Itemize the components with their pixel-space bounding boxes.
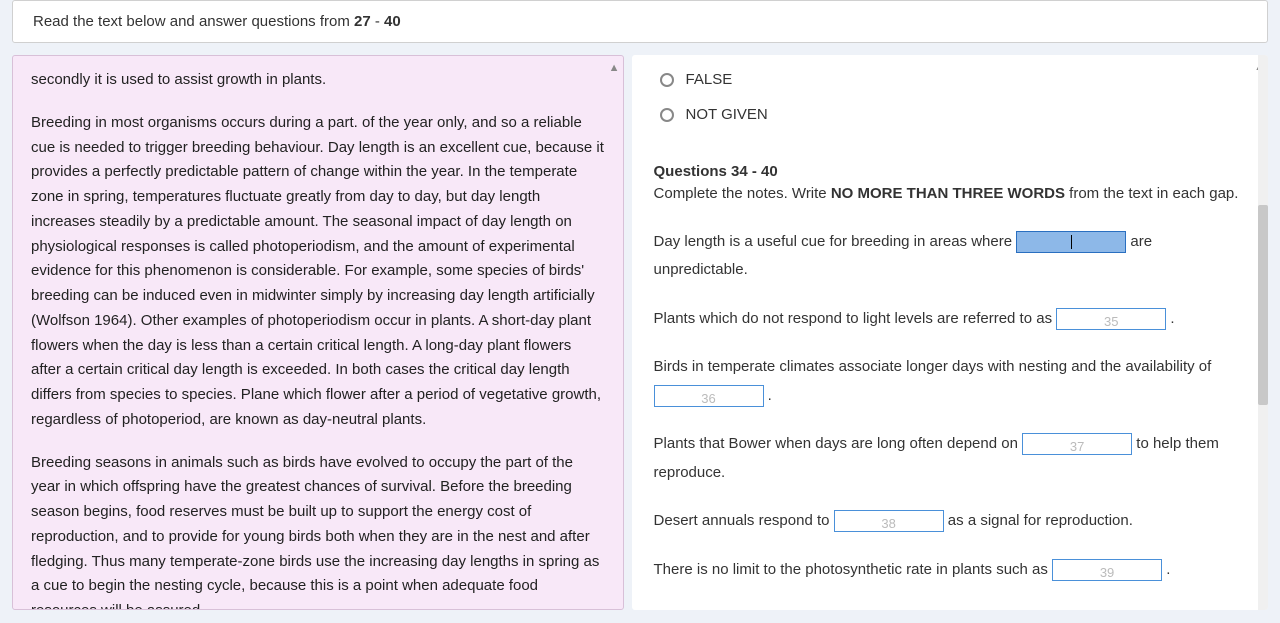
gap-text: .: [1166, 310, 1174, 327]
header-prefix: Read the text below and answer questions…: [33, 13, 354, 30]
gap-question-34: Day length is a useful cue for breeding …: [654, 228, 1246, 285]
instruct-post: from the text in each gap.: [1065, 185, 1238, 202]
radio-icon: [660, 108, 674, 122]
passage-paragraph: secondly it is used to assist growth in …: [31, 68, 605, 93]
radio-option-not-given[interactable]: NOT GIVEN: [660, 106, 1246, 123]
gap-text: There is no limit to the photosynthetic …: [654, 561, 1053, 578]
answer-input-39[interactable]: 39: [1052, 559, 1162, 581]
gap-text: .: [764, 387, 772, 404]
gap-question-38: Desert annuals respond to 38 as a signal…: [654, 507, 1246, 536]
gap-text: as a signal for reproduction.: [944, 512, 1133, 529]
gap-text: Plants that Bower when days are long oft…: [654, 435, 1023, 452]
scroll-up-icon[interactable]: ▲: [609, 62, 620, 74]
gap-question-37: Plants that Bower when days are long oft…: [654, 430, 1246, 487]
gap-text: Desert annuals respond to: [654, 512, 834, 529]
gap-question-39: There is no limit to the photosynthetic …: [654, 556, 1246, 585]
header-to: 40: [384, 13, 401, 30]
instructions-header: Read the text below and answer questions…: [12, 0, 1268, 43]
gap-text: Day length is a useful cue for breeding …: [654, 233, 1017, 250]
section-heading: Questions 34 - 40: [654, 163, 1246, 180]
answer-input-35[interactable]: 35: [1056, 308, 1166, 330]
answer-input-36[interactable]: 36: [654, 385, 764, 407]
gap-text: .: [1162, 561, 1170, 578]
gap-text: Birds in temperate climates associate lo…: [654, 358, 1212, 375]
answer-input-38[interactable]: 38: [834, 510, 944, 532]
passage-paragraph: Breeding seasons in animals such as bird…: [31, 451, 605, 611]
header-dash: -: [371, 13, 384, 30]
radio-label: FALSE: [686, 71, 733, 88]
header-from: 27: [354, 13, 371, 30]
gap-question-35: Plants which do not respond to light lev…: [654, 305, 1246, 334]
gap-question-36: Birds in temperate climates associate lo…: [654, 353, 1246, 410]
radio-icon: [660, 73, 674, 87]
instruct-bold: NO MORE THAN THREE WORDS: [831, 185, 1065, 202]
passage-panel: ▲ secondly it is used to assist growth i…: [12, 55, 624, 610]
gap-text: Plants which do not respond to light lev…: [654, 310, 1057, 327]
answer-input-37[interactable]: 37: [1022, 433, 1132, 455]
radio-option-false[interactable]: FALSE: [660, 71, 1246, 88]
section-instructions: Complete the notes. Write NO MORE THAN T…: [654, 183, 1246, 206]
radio-label: NOT GIVEN: [686, 106, 768, 123]
passage-paragraph: Breeding in most organisms occurs during…: [31, 111, 605, 433]
reading-passage: secondly it is used to assist growth in …: [31, 68, 605, 610]
scrollbar-track[interactable]: [1258, 55, 1268, 610]
answer-input-34[interactable]: [1016, 231, 1126, 253]
scrollbar-thumb[interactable]: [1258, 205, 1268, 405]
instruct-pre: Complete the notes. Write: [654, 185, 831, 202]
questions-panel: ▲ FALSE NOT GIVEN Questions 34 - 40 Comp…: [632, 55, 1268, 610]
